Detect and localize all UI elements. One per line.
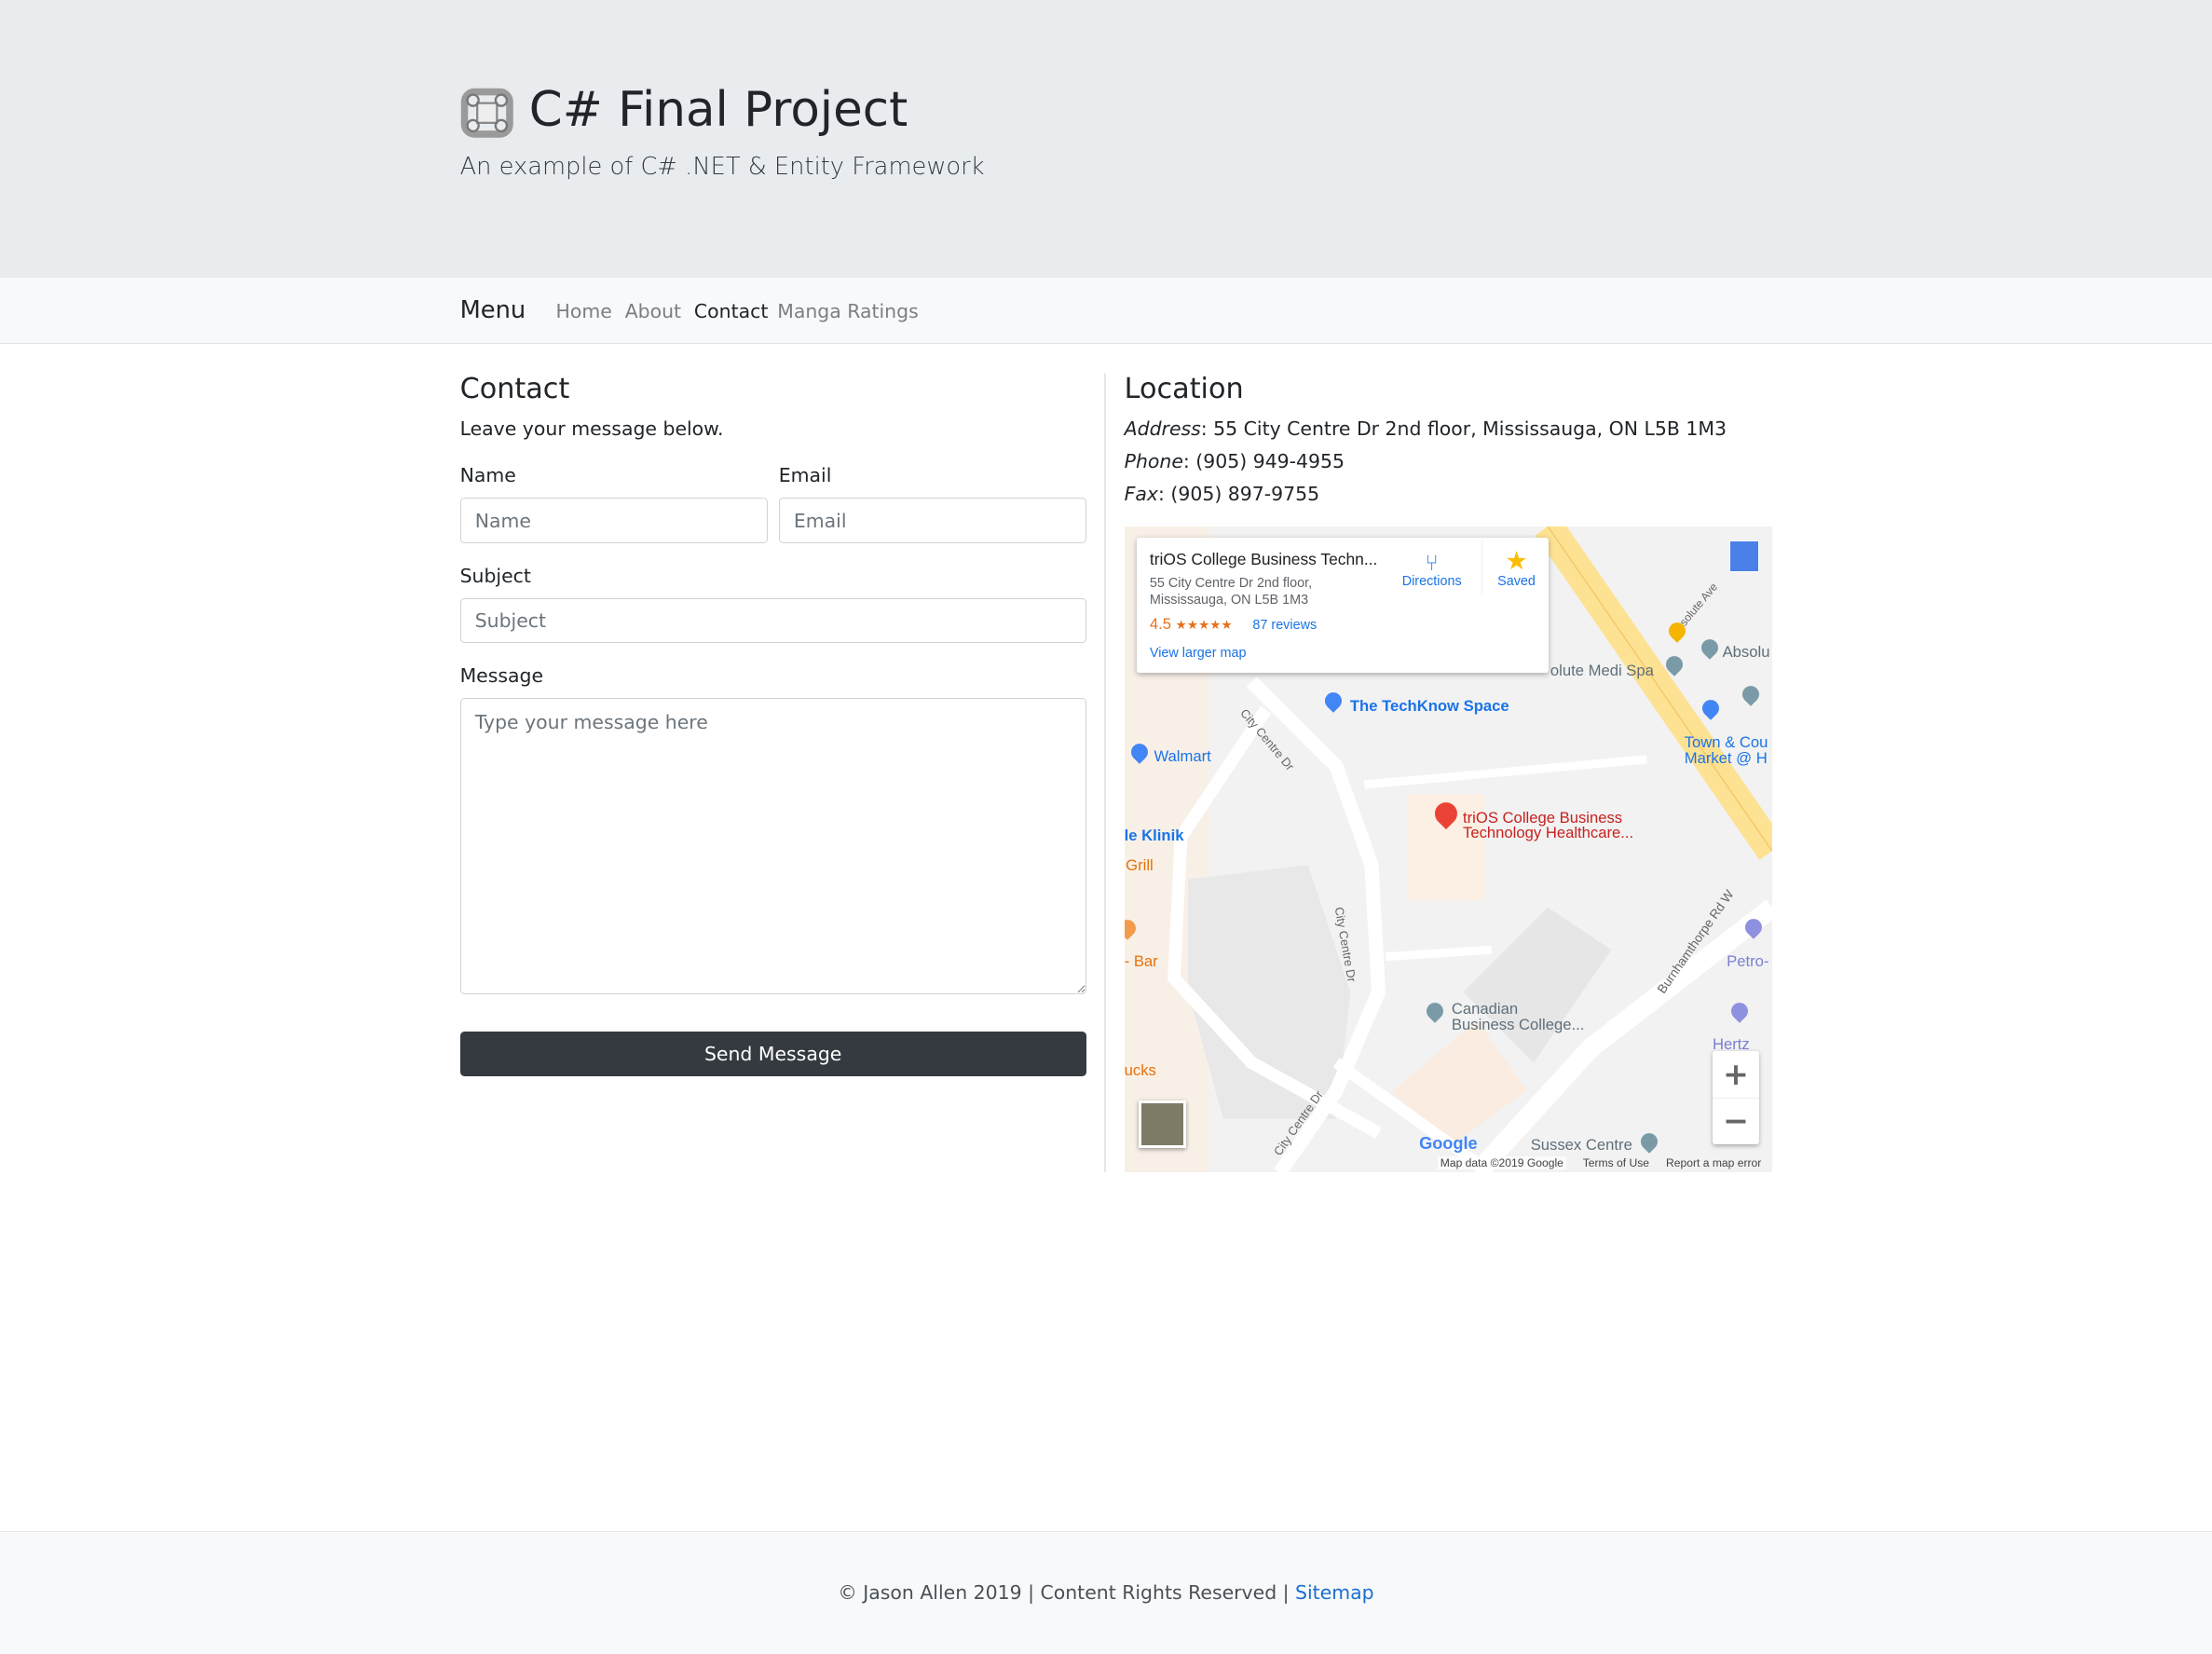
footer-text: © Jason Allen 2019 | Content Rights Rese… — [0, 1581, 2212, 1604]
name-input[interactable] — [459, 498, 768, 543]
poi-walmart: Walmart — [1154, 747, 1211, 766]
directions-button[interactable]: ⑂ Directions — [1400, 552, 1465, 589]
poi-klinik: le Klinik — [1124, 827, 1184, 845]
phone-value: : (905) 949-4955 — [1182, 449, 1345, 472]
poi-medi-spa: olute Medi Spa — [1550, 662, 1654, 680]
contact-intro: Leave your message below. — [459, 417, 724, 441]
map-data-attribution: Map data ©2019 Google — [1437, 1156, 1566, 1170]
poi-absolu: Absolu — [1722, 643, 1770, 662]
name-label: Name — [459, 464, 516, 487]
page-subtitle: An example of C# .NET & Entity Framework — [459, 152, 985, 181]
address-value: : 55 City Centre Dr 2nd floor, Mississau… — [1200, 417, 1727, 441]
phone-line: Phone: (905) 949-4955 — [1125, 450, 1345, 472]
card-divider — [1481, 540, 1483, 595]
star-icon: ★ — [1505, 546, 1528, 576]
subject-input[interactable] — [459, 597, 1086, 644]
nav-manga-ratings[interactable]: Manga Ratings — [777, 300, 919, 322]
report-map-error-link[interactable]: Report a map error — [1666, 1156, 1761, 1169]
directions-icon: ⑂ — [1425, 549, 1439, 576]
email-input[interactable] — [778, 498, 1086, 543]
nav-about[interactable]: About — [625, 300, 681, 322]
subject-label: Subject — [459, 564, 531, 587]
address-line: Address: 55 City Centre Dr 2nd floor, Mi… — [1125, 417, 1727, 440]
contact-heading: Contact — [459, 372, 570, 405]
page-title: C# Final Project — [528, 81, 908, 138]
celtic-knot-logo-icon — [460, 88, 513, 138]
navbar — [0, 278, 2212, 344]
location-heading: Location — [1124, 372, 1244, 405]
google-logo: Google — [1419, 1134, 1478, 1154]
poi-sussex: Sussex Centre — [1530, 1135, 1632, 1154]
rating-stars-icon: ★★★★★ — [1175, 618, 1233, 633]
place-info-card: triOS College Business Techn... 55 City … — [1137, 537, 1550, 674]
zoom-in-button[interactable]: + — [1712, 1051, 1759, 1099]
nav-home[interactable]: Home — [556, 300, 612, 322]
zoom-controls: + − — [1712, 1050, 1759, 1144]
fax-value: : (905) 897-9755 — [1158, 482, 1320, 505]
message-label: Message — [459, 664, 544, 688]
poi-bar: - Bar — [1124, 951, 1158, 970]
place-title: triOS College Business Techn... — [1149, 550, 1378, 569]
directions-label: Directions — [1401, 574, 1462, 590]
marker-label-2: Technology Healthcare... — [1463, 824, 1634, 842]
poi-ucks: ucks — [1124, 1060, 1156, 1079]
rating-value: 4.5 — [1149, 615, 1172, 634]
place-address-1: 55 City Centre Dr 2nd floor, — [1149, 575, 1313, 591]
poi-cbc-2: Business College... — [1451, 1016, 1585, 1034]
address-label: Address — [1124, 417, 1201, 441]
poi-grill: Grill — [1126, 855, 1154, 874]
save-button[interactable]: ★ Saved — [1490, 549, 1544, 589]
jumbotron-header — [0, 0, 2212, 279]
place-address-2: Mississauga, ON L5B 1M3 — [1149, 592, 1309, 608]
street-view-pegman-icon[interactable] — [1729, 540, 1760, 572]
embedded-google-map[interactable]: triOS College Business Techn... 55 City … — [1124, 526, 1772, 1173]
navbar-brand[interactable]: Menu — [460, 296, 526, 324]
poi-town-2: Market @ H — [1684, 748, 1768, 767]
place-rating: 4.5 ★★★★★ — [1150, 615, 1233, 634]
email-label: Email — [778, 464, 832, 487]
column-divider — [1104, 374, 1106, 1173]
reviews-link[interactable]: 87 reviews — [1252, 618, 1317, 633]
copyright-text: © Jason Allen 2019 | Content Rights Rese… — [838, 1581, 1296, 1605]
nav-contact[interactable]: Contact — [694, 300, 768, 322]
terms-of-use-link[interactable]: Terms of Use — [1583, 1156, 1649, 1169]
fax-line: Fax: (905) 897-9755 — [1125, 483, 1319, 505]
message-textarea[interactable] — [459, 698, 1086, 995]
send-message-button[interactable]: Send Message — [459, 1031, 1086, 1077]
saved-label: Saved — [1497, 574, 1536, 590]
zoom-out-button[interactable]: − — [1713, 1099, 1759, 1143]
phone-label: Phone — [1124, 449, 1183, 472]
sitemap-link[interactable]: Sitemap — [1295, 1581, 1374, 1604]
satellite-toggle-button[interactable] — [1138, 1100, 1187, 1149]
view-larger-map-link[interactable]: View larger map — [1150, 646, 1247, 661]
fax-label: Fax — [1124, 482, 1159, 505]
poi-petro: Petro- — [1727, 951, 1769, 970]
poi-techknow: The TechKnow Space — [1349, 696, 1509, 715]
